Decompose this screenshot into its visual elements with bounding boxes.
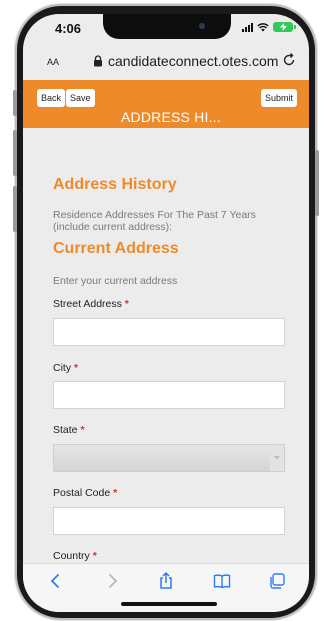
state-select[interactable]	[53, 444, 285, 472]
bookmarks-icon[interactable]	[213, 572, 231, 590]
form-instructions: Enter your current address	[53, 275, 178, 287]
url-text[interactable]: candidateconnect.otes.com	[108, 53, 278, 69]
wifi-icon	[257, 23, 269, 32]
tabs-icon[interactable]	[268, 572, 286, 590]
dropdown-arrow-icon	[270, 445, 284, 471]
side-button-left-3	[13, 186, 17, 232]
section-description: Residence Addresses For The Past 7 Years…	[53, 209, 256, 233]
status-bar: 4:06	[23, 14, 309, 42]
home-indicator	[121, 602, 217, 606]
street-address-label: Street Address *	[53, 298, 129, 310]
notch	[103, 14, 231, 39]
side-button-left-1	[13, 90, 17, 116]
subsection-title: Current Address	[53, 240, 179, 257]
city-input[interactable]	[53, 381, 285, 409]
battery-icon	[273, 22, 296, 32]
street-address-input[interactable]	[53, 318, 285, 346]
required-marker: *	[80, 424, 85, 436]
side-button-right	[315, 150, 319, 216]
section-title: Address History	[53, 176, 177, 193]
camera-icon	[199, 23, 205, 29]
lock-icon	[94, 55, 102, 67]
country-label: Country *	[53, 550, 97, 562]
back-button[interactable]: Back	[37, 89, 66, 107]
text-size-button[interactable]: AA	[47, 54, 59, 68]
address-bar[interactable]: AA candidateconnect.otes.com	[23, 44, 309, 80]
share-icon[interactable]	[157, 572, 175, 590]
required-marker: *	[74, 362, 79, 374]
postal-code-label: Postal Code *	[53, 487, 118, 499]
required-marker: *	[124, 298, 129, 310]
signal-icon	[242, 22, 253, 32]
app-header: Back Save Submit ADDRESS HI...	[23, 80, 309, 128]
required-marker: *	[113, 487, 118, 499]
back-icon[interactable]	[47, 572, 65, 590]
city-label: City *	[53, 362, 79, 374]
side-button-left-2	[13, 130, 17, 176]
reload-icon[interactable]	[281, 52, 297, 68]
required-marker: *	[92, 550, 97, 562]
submit-button[interactable]: Submit	[260, 89, 297, 107]
page-title: ADDRESS HI...	[121, 109, 221, 125]
phone-screen: 4:06 AA candidateconnect.otes.com Back S…	[23, 14, 309, 612]
text-size-label: AA	[47, 57, 60, 67]
save-button[interactable]: Save	[66, 89, 95, 107]
status-time: 4:06	[55, 21, 82, 36]
state-label: State *	[53, 424, 85, 436]
postal-code-input[interactable]	[53, 507, 285, 535]
status-icons	[242, 22, 296, 32]
forward-icon[interactable]	[103, 572, 121, 590]
